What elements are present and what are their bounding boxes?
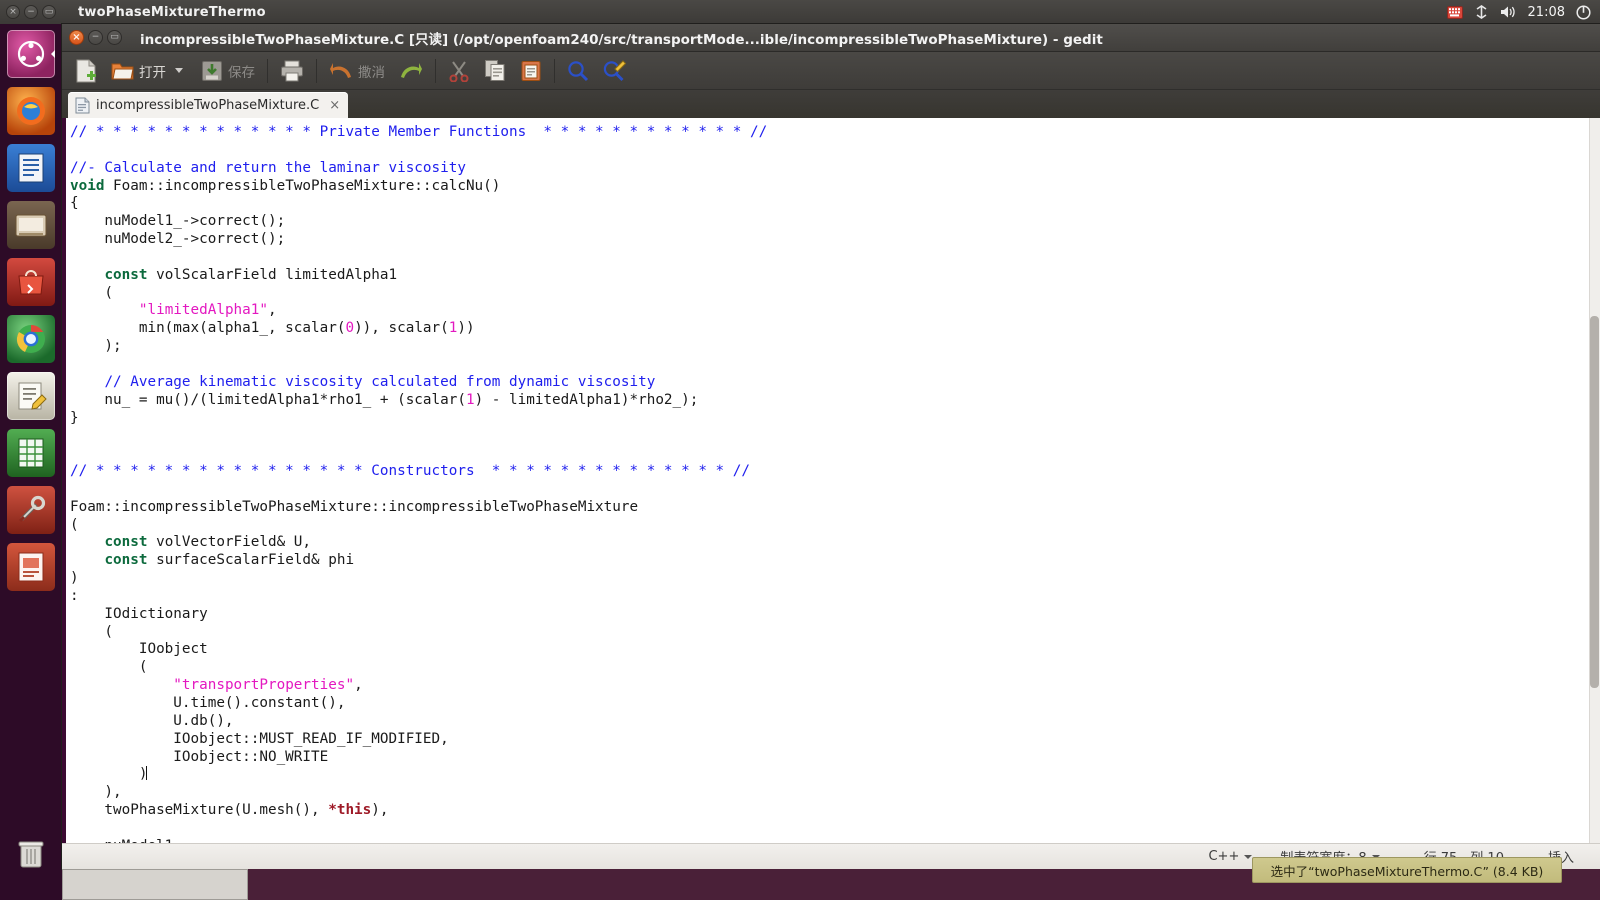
source-code-view[interactable]: // * * * * * * * * * * * * * Private Mem… (66, 118, 1600, 843)
panel-window-title: twoPhaseMixtureThermo (78, 4, 266, 20)
panel-clock[interactable]: 21:08 (1528, 5, 1565, 20)
gedit-maximize-button[interactable]: ▭ (107, 30, 122, 45)
launcher-item-files[interactable] (7, 201, 55, 249)
save-button-label: 保存 (228, 64, 255, 81)
panel-minimize-button[interactable]: − (24, 5, 38, 19)
copy-button[interactable] (477, 56, 513, 86)
presentation-icon (18, 552, 44, 582)
panel-maximize-button[interactable]: ▭ (42, 5, 56, 19)
gedit-toolbar: 打开 保存 撒消 (62, 52, 1600, 90)
gedit-titlebar[interactable]: × − ▭ incompressibleTwoPhaseMixture.C [只… (62, 24, 1600, 52)
launcher-item-libreoffice-writer[interactable] (7, 144, 55, 192)
open-folder-icon (111, 63, 134, 79)
save-button[interactable]: 保存 (194, 56, 262, 86)
find-replace-icon (603, 59, 626, 81)
unity-launcher (0, 24, 62, 900)
launcher-item-firefox[interactable] (7, 87, 55, 135)
open-button[interactable]: 打开 (104, 56, 194, 86)
spreadsheet-icon (18, 438, 44, 468)
selection-notification-tooltip: 选中了“twoPhaseMixtureThermo.C” (8.4 KB) (1252, 857, 1562, 883)
web-browser-icon (17, 97, 45, 125)
print-button[interactable] (273, 56, 311, 86)
volume-icon[interactable] (1500, 3, 1517, 21)
close-icon[interactable]: × (329, 98, 340, 113)
undo-arrow-icon (330, 62, 351, 78)
wrench-icon (18, 495, 46, 523)
toolbar-separator (554, 58, 555, 83)
software-bag-icon (18, 270, 44, 295)
launcher-running-arrow (51, 50, 55, 58)
scissors-icon (449, 60, 469, 82)
redo-arrow-icon (401, 62, 422, 78)
scrollbar-thumb[interactable] (1590, 316, 1599, 688)
launcher-item-trash[interactable] (7, 829, 55, 877)
language-label: C++ (1208, 849, 1240, 864)
open-button-label: 打开 (139, 64, 166, 81)
network-icon[interactable] (1474, 3, 1489, 21)
unity-top-panel: × − ▭ twoPhaseMixtureThermo 21:08 (0, 0, 1600, 24)
gedit-window-buttons: × − ▭ (69, 30, 122, 45)
session-menu-icon[interactable] (1576, 3, 1591, 21)
undo-button[interactable]: 撒消 (322, 56, 392, 86)
keyboard-layout-icon[interactable] (1446, 3, 1463, 21)
copy-icon (485, 60, 505, 81)
gedit-close-button[interactable]: × (69, 30, 84, 45)
launcher-item-dash-home[interactable] (7, 30, 55, 78)
printer-icon (281, 60, 303, 81)
chromium-icon (16, 325, 45, 353)
new-document-icon (76, 59, 96, 82)
chevron-down-icon[interactable] (175, 68, 183, 73)
launcher-item-libreoffice-calc[interactable] (7, 429, 55, 477)
launcher-item-ubuntu-software-center[interactable] (7, 258, 55, 306)
gedit-window: × − ▭ incompressibleTwoPhaseMixture.C [只… (62, 24, 1600, 869)
tab-incompressibleTwoPhaseMixture[interactable]: incompressibleTwoPhaseMixture.C × (68, 92, 349, 118)
magnifier-icon (568, 60, 589, 81)
launcher-item-chromium[interactable] (7, 315, 55, 363)
toolbar-separator (316, 58, 317, 83)
launcher-item-libreoffice-impress[interactable] (7, 543, 55, 591)
undo-button-label: 撒消 (358, 64, 385, 81)
toolbar-separator (435, 58, 436, 83)
ubuntu-dash-icon (17, 40, 45, 68)
tab-label: incompressibleTwoPhaseMixture.C (96, 97, 320, 113)
gedit-minimize-button[interactable]: − (88, 30, 103, 45)
save-disk-icon (202, 60, 222, 81)
gedit-window-title: incompressibleTwoPhaseMixture.C [只读] (/o… (140, 31, 1103, 48)
launcher-item-system-settings[interactable] (7, 486, 55, 534)
gedit-tab-strip: incompressibleTwoPhaseMixture.C × (62, 90, 1600, 118)
file-manager-icon (15, 214, 47, 237)
cut-button[interactable] (441, 56, 477, 86)
editor-vertical-scrollbar[interactable] (1589, 118, 1600, 843)
paste-button[interactable] (513, 56, 549, 86)
new-document-button[interactable] (68, 56, 104, 86)
text-editor-icon (18, 382, 47, 410)
replace-button[interactable] (596, 56, 633, 86)
redo-button[interactable] (392, 56, 430, 86)
text-cursor (146, 766, 148, 781)
gedit-editor-area: // * * * * * * * * * * * * * Private Mem… (62, 118, 1600, 843)
notification-text: 选中了“twoPhaseMixtureThermo.C” (8.4 KB) (1270, 863, 1544, 879)
screen: × − ▭ twoPhaseMixtureThermo 21:08 × − ▭ … (0, 0, 1600, 900)
toolbar-separator (267, 58, 268, 83)
trash-icon (18, 841, 44, 868)
background-window-edge[interactable] (62, 869, 248, 900)
find-button[interactable] (560, 56, 596, 86)
document-icon (18, 153, 44, 183)
panel-window-buttons: × − ▭ (0, 5, 56, 19)
launcher-item-gedit[interactable] (7, 372, 55, 420)
clipboard-paste-icon (521, 61, 541, 81)
panel-close-button[interactable]: × (6, 5, 20, 19)
text-file-icon (75, 97, 90, 113)
indicator-tray: 21:08 (1446, 3, 1600, 21)
